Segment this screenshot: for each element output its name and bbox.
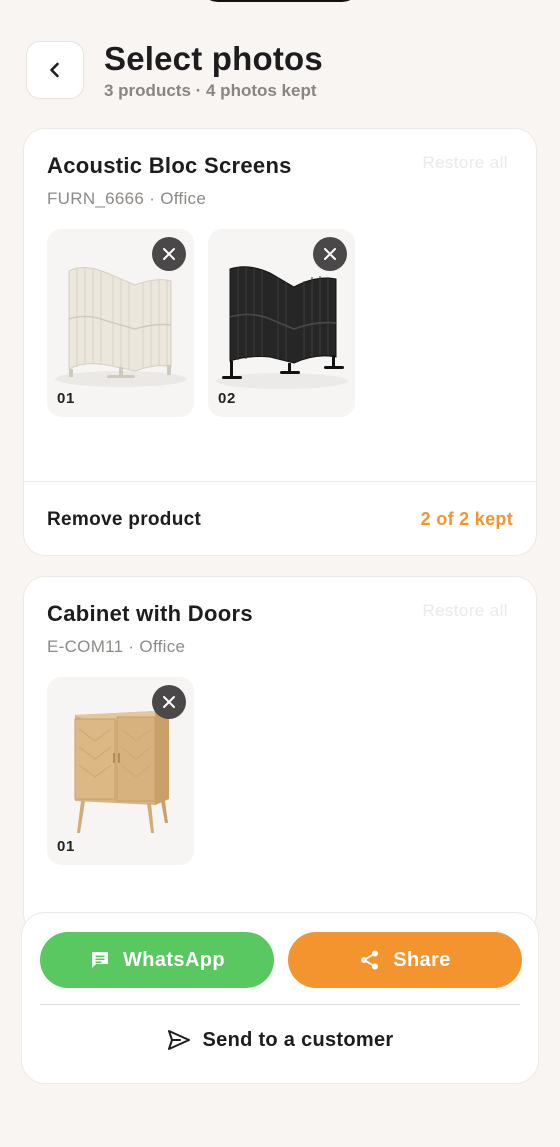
product-card: Acoustic Bloc Screens FURN_6666 · Office… xyxy=(23,128,537,556)
remove-product-row: Remove product 2 of 2 kept xyxy=(47,509,513,533)
photo-number: 01 xyxy=(57,838,75,855)
photo-thumbnail[interactable]: 01 xyxy=(47,229,194,417)
send-to-customer-button[interactable]: Send to a customer xyxy=(22,1025,538,1055)
header: Select photos 3 products · 4 photos kept xyxy=(26,40,534,100)
restore-all-button[interactable]: Restore all xyxy=(422,153,508,173)
share-icon xyxy=(361,950,379,970)
photo-number: 02 xyxy=(218,390,236,407)
page-title: Select photos xyxy=(104,40,323,77)
send-label: Send to a customer xyxy=(202,1028,394,1051)
card-divider xyxy=(24,481,536,482)
restore-all-button[interactable]: Restore all xyxy=(422,601,508,621)
close-icon xyxy=(324,248,336,260)
share-label: Share xyxy=(393,948,451,971)
action-sheet: WhatsApp Share Send to a customer xyxy=(21,912,539,1084)
share-button[interactable]: Share xyxy=(288,932,522,988)
sheet-divider xyxy=(40,1004,520,1005)
chat-icon xyxy=(91,952,108,968)
remove-photo-button[interactable] xyxy=(313,237,347,271)
whatsapp-label: WhatsApp xyxy=(122,948,226,971)
product-name: Cabinet with Doors xyxy=(47,601,253,626)
back-button[interactable] xyxy=(26,41,84,99)
remove-photo-button[interactable] xyxy=(152,237,186,271)
remove-product-button[interactable]: Remove product xyxy=(47,509,201,531)
photo-list: 01 xyxy=(47,229,355,417)
close-icon xyxy=(163,696,175,708)
device-notch xyxy=(200,0,360,2)
whatsapp-button[interactable]: WhatsApp xyxy=(40,932,274,988)
photo-list: 01 xyxy=(47,677,194,865)
send-icon xyxy=(167,1030,190,1050)
product-meta: E-COM11 · Office xyxy=(47,637,186,656)
photo-thumbnail[interactable]: 02 xyxy=(208,229,355,417)
product-meta: FURN_6666 · Office xyxy=(47,189,207,208)
kept-count: 2 of 2 kept xyxy=(420,509,513,529)
close-icon xyxy=(163,248,175,260)
photo-thumbnail[interactable]: 01 xyxy=(47,677,194,865)
page-subtitle: 3 products · 4 photos kept xyxy=(104,81,317,100)
photo-number: 01 xyxy=(57,390,75,407)
product-name: Acoustic Bloc Screens xyxy=(47,153,292,178)
product-card: Cabinet with Doors E-COM11 · Office Rest… xyxy=(23,576,537,936)
remove-photo-button[interactable] xyxy=(152,685,186,719)
chevron-left-icon xyxy=(50,62,59,78)
